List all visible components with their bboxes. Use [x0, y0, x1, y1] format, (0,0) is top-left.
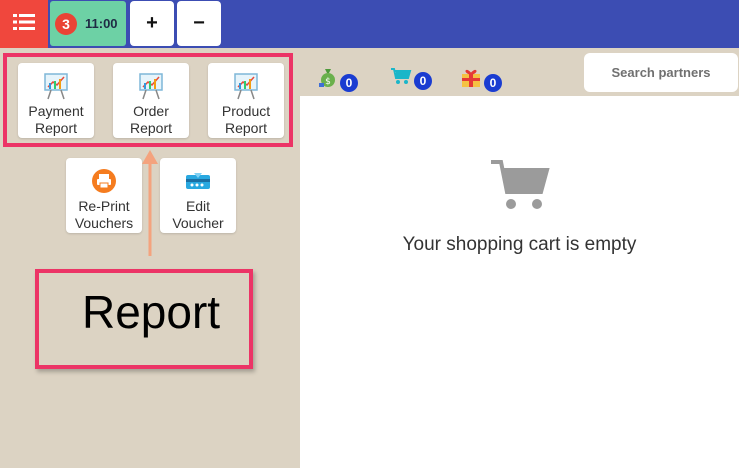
gift-count: 0 [484, 74, 502, 92]
edit-voucher-tile[interactable]: Edit Voucher [160, 158, 236, 233]
annotation-arrow [142, 150, 158, 256]
tile-label-line2: Vouchers [74, 215, 134, 231]
cart-count: 0 [414, 72, 432, 90]
empty-cart-message: Your shopping cart is empty [402, 234, 637, 255]
cart-icon [390, 66, 412, 90]
tile-label-line2: Voucher [172, 215, 224, 231]
report-tiles-highlight [3, 53, 293, 147]
order-tab[interactable]: 3 11:00 [50, 1, 126, 46]
order-time: 11:00 [85, 16, 118, 31]
money-bag-icon: $ [318, 66, 338, 92]
cart-icon [489, 160, 551, 216]
annotation-callout-label: Report [82, 286, 221, 338]
empty-cart-icon-wrap [300, 158, 739, 217]
tile-label-line1: Re-Print [78, 198, 130, 214]
reprint-vouchers-tile[interactable]: Re-Print Vouchers [66, 158, 142, 233]
order-count-badge: 3 [55, 12, 77, 35]
voucher-icon [184, 165, 212, 197]
list-icon [13, 13, 35, 36]
search-partners-input[interactable] [584, 53, 738, 92]
add-order-button[interactable]: + [130, 1, 174, 46]
menu-button[interactable] [0, 0, 48, 48]
svg-text:$: $ [325, 77, 331, 87]
printer-icon [91, 165, 117, 197]
cart-area [300, 96, 739, 468]
points-counter[interactable]: $ 0 [318, 66, 358, 92]
remove-order-button[interactable]: − [177, 1, 221, 46]
cart-counter[interactable]: 0 [390, 66, 432, 90]
gift-counter[interactable]: 0 [460, 66, 502, 92]
tile-label-line1: Edit [185, 198, 211, 214]
points-count: 0 [340, 74, 358, 92]
gift-icon [460, 66, 482, 92]
